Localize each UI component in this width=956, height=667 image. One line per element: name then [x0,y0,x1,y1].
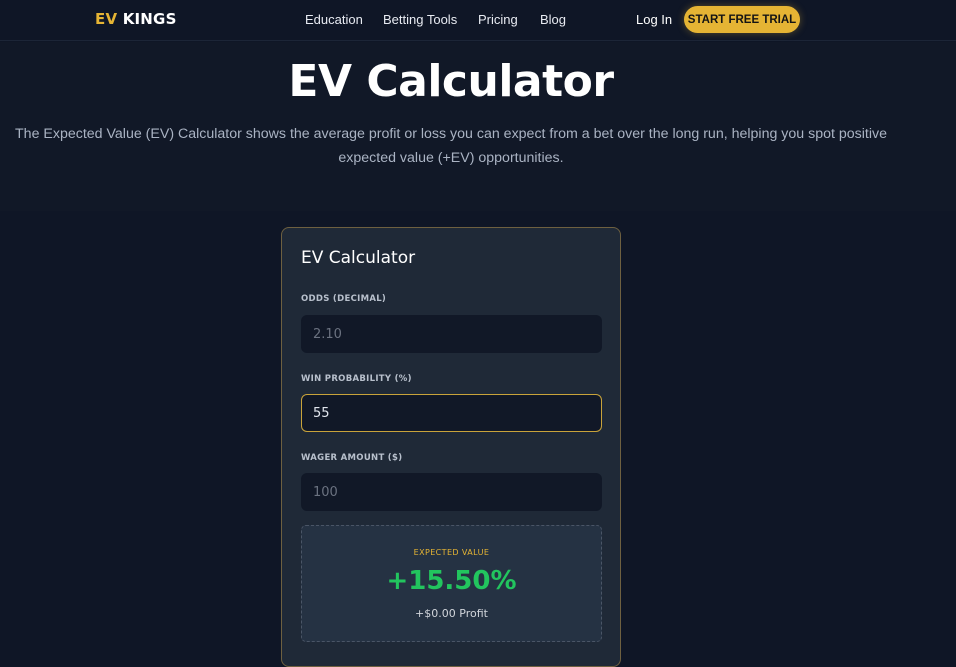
page-description: The Expected Value (EV) Calculator shows… [15,126,887,166]
start-free-trial-button[interactable]: START FREE TRIAL [684,6,800,33]
page-title: EV Calculator [288,56,614,107]
hero-section: EV Calculator The Expected Value (EV) Ca… [0,42,956,211]
wager-amount-input[interactable] [301,473,602,511]
odds-input[interactable] [301,315,602,353]
top-navigation: EV KINGS Education Betting Tools Pricing… [0,0,956,41]
logo-ev-text: EV [95,10,118,28]
expected-value-result-box: EXPECTED VALUE +15.50% +$0.00 Profit [301,525,602,642]
odds-label: ODDS (DECIMAL) [301,294,387,304]
expected-value-percentage: +15.50% [386,566,517,596]
ev-kings-logo[interactable]: EV KINGS [95,10,177,28]
nav-betting-tools-link[interactable]: Betting Tools [383,12,457,27]
logo-kings-text: KINGS [122,10,177,28]
wager-amount-label: WAGER AMOUNT ($) [301,453,403,463]
win-probability-input[interactable] [301,394,602,432]
login-link[interactable]: Log In [636,12,672,27]
nav-blog-link[interactable]: Blog [540,12,566,27]
nav-education-link[interactable]: Education [305,12,363,27]
ev-calculator-card: EV Calculator ODDS (DECIMAL) WIN PROBABI… [281,227,621,667]
win-probability-label: WIN PROBABILITY (%) [301,374,412,384]
expected-value-label: EXPECTED VALUE [413,548,490,557]
expected-profit-text: +$0.00 Profit [415,607,488,620]
nav-pricing-link[interactable]: Pricing [478,12,518,27]
calculator-title: EV Calculator [301,248,416,268]
